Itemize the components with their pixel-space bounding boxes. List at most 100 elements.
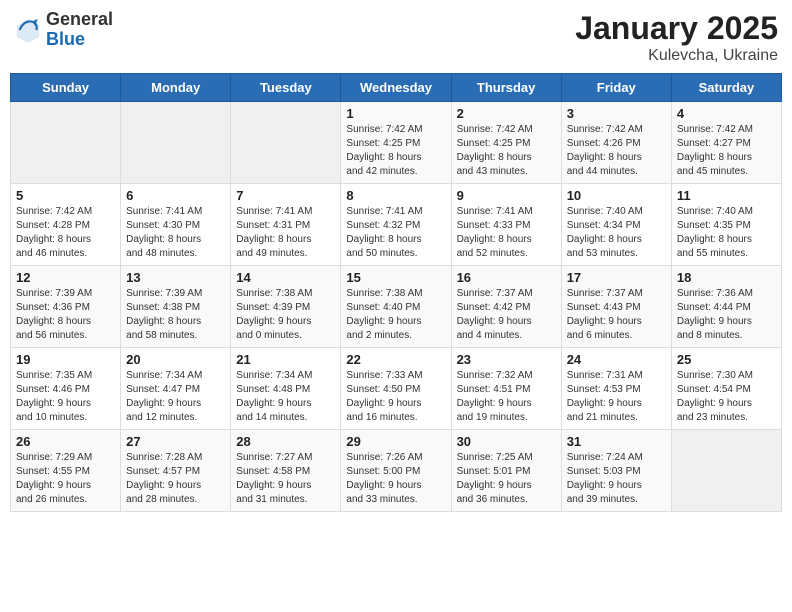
day-number: 28 [236, 434, 335, 449]
day-info: Sunrise: 7:32 AM Sunset: 4:51 PM Dayligh… [457, 369, 556, 425]
day-number: 31 [567, 434, 666, 449]
calendar-cell: 1 Sunrise: 7:42 AM Sunset: 4:25 PM Daylig… [341, 102, 451, 184]
calendar-cell [671, 430, 781, 512]
day-info: Sunrise: 7:33 AM Sunset: 4:50 PM Dayligh… [346, 369, 445, 425]
day-info: Sunrise: 7:41 AM Sunset: 4:33 PM Dayligh… [457, 205, 556, 261]
day-info: Sunrise: 7:31 AM Sunset: 4:53 PM Dayligh… [567, 369, 666, 425]
day-info: Sunrise: 7:39 AM Sunset: 4:36 PM Dayligh… [16, 287, 115, 343]
weekday-header: Friday [561, 74, 671, 102]
day-number: 20 [126, 352, 225, 367]
calendar-cell: 31 Sunrise: 7:24 AM Sunset: 5:03 PM Dayli… [561, 430, 671, 512]
calendar-cell: 29 Sunrise: 7:26 AM Sunset: 5:00 PM Dayli… [341, 430, 451, 512]
day-number: 16 [457, 270, 556, 285]
day-info: Sunrise: 7:41 AM Sunset: 4:31 PM Dayligh… [236, 205, 335, 261]
calendar-cell: 19 Sunrise: 7:35 AM Sunset: 4:46 PM Dayli… [11, 348, 121, 430]
title-block: January 2025 Kulevcha, Ukraine [575, 10, 778, 65]
logo: General Blue [14, 10, 113, 50]
day-number: 30 [457, 434, 556, 449]
weekday-header: Monday [121, 74, 231, 102]
day-info: Sunrise: 7:39 AM Sunset: 4:38 PM Dayligh… [126, 287, 225, 343]
day-number: 1 [346, 106, 445, 121]
calendar-week-row: 5Sunrise: 7:42 AM Sunset: 4:28 PM Daylig… [11, 184, 782, 266]
day-number: 22 [346, 352, 445, 367]
day-number: 3 [567, 106, 666, 121]
calendar-cell: 4 Sunrise: 7:42 AM Sunset: 4:27 PM Daylig… [671, 102, 781, 184]
calendar-cell: 20 Sunrise: 7:34 AM Sunset: 4:47 PM Dayli… [121, 348, 231, 430]
calendar-week-row: 26 Sunrise: 7:29 AM Sunset: 4:55 PM Dayli… [11, 430, 782, 512]
day-number: 23 [457, 352, 556, 367]
calendar-cell: 25 Sunrise: 7:30 AM Sunset: 4:54 PM Dayli… [671, 348, 781, 430]
day-info: Sunrise: 7:42 AM Sunset: 4:28 PM Dayligh… [16, 205, 115, 261]
calendar-cell: 24 Sunrise: 7:31 AM Sunset: 4:53 PM Dayli… [561, 348, 671, 430]
day-info: Sunrise: 7:42 AM Sunset: 4:25 PM Dayligh… [346, 123, 445, 179]
day-number: 15 [346, 270, 445, 285]
calendar-cell: 9 Sunrise: 7:41 AM Sunset: 4:33 PM Daylig… [451, 184, 561, 266]
day-number: 17 [567, 270, 666, 285]
calendar-week-row: 1 Sunrise: 7:42 AM Sunset: 4:25 PM Daylig… [11, 102, 782, 184]
calendar-cell: 12 Sunrise: 7:39 AM Sunset: 4:36 PM Dayli… [11, 266, 121, 348]
day-info: Sunrise: 7:27 AM Sunset: 4:58 PM Dayligh… [236, 451, 335, 507]
day-number: 26 [16, 434, 115, 449]
day-number: 25 [677, 352, 776, 367]
day-number: 18 [677, 270, 776, 285]
day-info: Sunrise: 7:37 AM Sunset: 4:42 PM Dayligh… [457, 287, 556, 343]
day-info: Sunrise: 7:28 AM Sunset: 4:57 PM Dayligh… [126, 451, 225, 507]
day-info: Sunrise: 7:41 AM Sunset: 4:32 PM Dayligh… [346, 205, 445, 261]
day-info: Sunrise: 7:34 AM Sunset: 4:47 PM Dayligh… [126, 369, 225, 425]
day-number: 27 [126, 434, 225, 449]
logo-blue: Blue [46, 29, 85, 49]
day-number: 14 [236, 270, 335, 285]
day-info: Sunrise: 7:37 AM Sunset: 4:43 PM Dayligh… [567, 287, 666, 343]
day-info: Sunrise: 7:40 AM Sunset: 4:35 PM Dayligh… [677, 205, 776, 261]
weekday-header: Thursday [451, 74, 561, 102]
day-info: Sunrise: 7:29 AM Sunset: 4:55 PM Dayligh… [16, 451, 115, 507]
calendar-cell: 5Sunrise: 7:42 AM Sunset: 4:28 PM Daylig… [11, 184, 121, 266]
calendar-cell: 6Sunrise: 7:41 AM Sunset: 4:30 PM Daylig… [121, 184, 231, 266]
calendar-title: January 2025 [575, 10, 778, 47]
calendar-cell: 28 Sunrise: 7:27 AM Sunset: 4:58 PM Dayli… [231, 430, 341, 512]
day-info: Sunrise: 7:38 AM Sunset: 4:40 PM Dayligh… [346, 287, 445, 343]
calendar-cell: 13Sunrise: 7:39 AM Sunset: 4:38 PM Dayli… [121, 266, 231, 348]
calendar-cell: 18Sunrise: 7:36 AM Sunset: 4:44 PM Dayli… [671, 266, 781, 348]
calendar-cell: 15 Sunrise: 7:38 AM Sunset: 4:40 PM Dayli… [341, 266, 451, 348]
day-number: 7 [236, 188, 335, 203]
calendar-cell [231, 102, 341, 184]
calendar-table: SundayMondayTuesdayWednesdayThursdayFrid… [10, 73, 782, 512]
calendar-subtitle: Kulevcha, Ukraine [575, 47, 778, 65]
weekday-header: Saturday [671, 74, 781, 102]
day-info: Sunrise: 7:24 AM Sunset: 5:03 PM Dayligh… [567, 451, 666, 507]
logo-general: General [46, 9, 113, 29]
day-info: Sunrise: 7:35 AM Sunset: 4:46 PM Dayligh… [16, 369, 115, 425]
day-number: 2 [457, 106, 556, 121]
day-number: 9 [457, 188, 556, 203]
day-number: 12 [16, 270, 115, 285]
day-info: Sunrise: 7:26 AM Sunset: 5:00 PM Dayligh… [346, 451, 445, 507]
calendar-cell: 27 Sunrise: 7:28 AM Sunset: 4:57 PM Dayli… [121, 430, 231, 512]
day-info: Sunrise: 7:40 AM Sunset: 4:34 PM Dayligh… [567, 205, 666, 261]
calendar-cell: 30 Sunrise: 7:25 AM Sunset: 5:01 PM Dayli… [451, 430, 561, 512]
day-number: 19 [16, 352, 115, 367]
calendar-cell: 22 Sunrise: 7:33 AM Sunset: 4:50 PM Dayli… [341, 348, 451, 430]
day-number: 10 [567, 188, 666, 203]
calendar-cell: 10 Sunrise: 7:40 AM Sunset: 4:34 PM Dayli… [561, 184, 671, 266]
calendar-cell: 7 Sunrise: 7:41 AM Sunset: 4:31 PM Daylig… [231, 184, 341, 266]
day-info: Sunrise: 7:42 AM Sunset: 4:26 PM Dayligh… [567, 123, 666, 179]
calendar-cell: 21 Sunrise: 7:34 AM Sunset: 4:48 PM Dayli… [231, 348, 341, 430]
calendar-cell: 8Sunrise: 7:41 AM Sunset: 4:32 PM Daylig… [341, 184, 451, 266]
calendar-cell [11, 102, 121, 184]
day-number: 24 [567, 352, 666, 367]
day-info: Sunrise: 7:42 AM Sunset: 4:27 PM Dayligh… [677, 123, 776, 179]
day-info: Sunrise: 7:34 AM Sunset: 4:48 PM Dayligh… [236, 369, 335, 425]
day-number: 11 [677, 188, 776, 203]
day-number: 4 [677, 106, 776, 121]
calendar-cell: 17 Sunrise: 7:37 AM Sunset: 4:43 PM Dayli… [561, 266, 671, 348]
day-number: 6 [126, 188, 225, 203]
page-header: General Blue January 2025 Kulevcha, Ukra… [10, 10, 782, 65]
calendar-cell [121, 102, 231, 184]
day-info: Sunrise: 7:25 AM Sunset: 5:01 PM Dayligh… [457, 451, 556, 507]
day-number: 21 [236, 352, 335, 367]
logo-text: General Blue [46, 10, 113, 50]
day-number: 29 [346, 434, 445, 449]
weekday-header: Wednesday [341, 74, 451, 102]
day-info: Sunrise: 7:30 AM Sunset: 4:54 PM Dayligh… [677, 369, 776, 425]
